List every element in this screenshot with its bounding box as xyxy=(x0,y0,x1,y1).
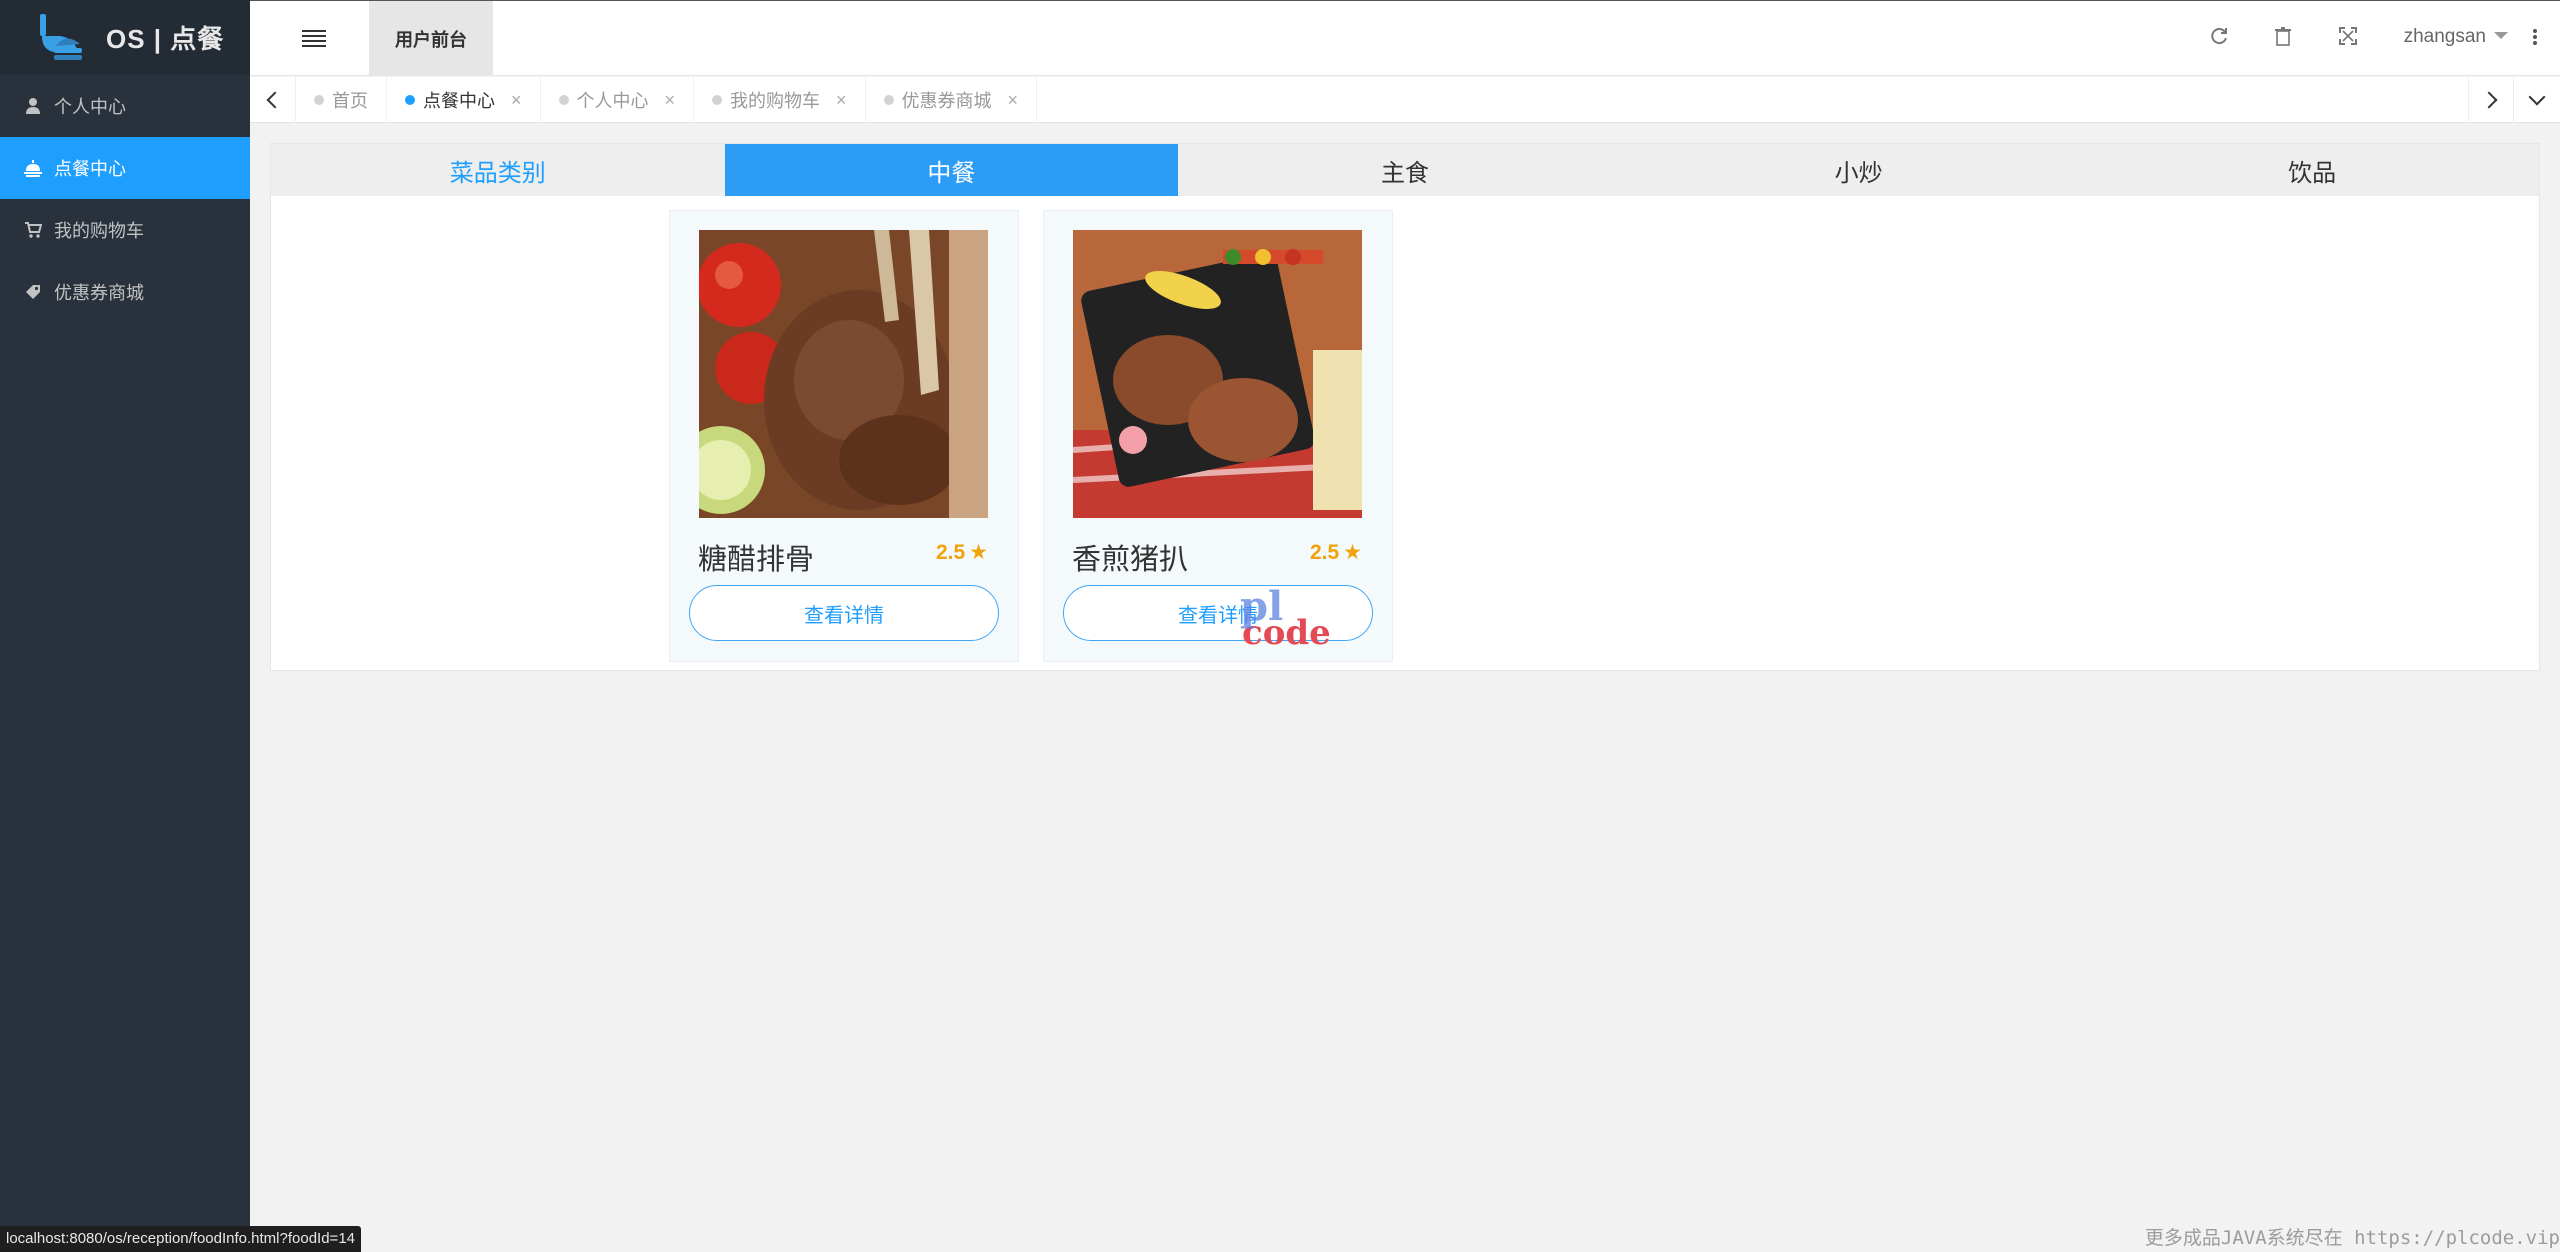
category-tab-staple[interactable]: 主食 xyxy=(1178,144,1632,196)
food-name: 糖醋排骨 xyxy=(698,544,815,576)
sidebar-item-label: 点餐中心 xyxy=(54,159,126,179)
tab-coupon-mall[interactable]: 优惠券商城 × xyxy=(866,77,1038,123)
restaurant-logo-icon xyxy=(36,10,92,66)
sidebar-item-label: 个人中心 xyxy=(54,97,126,117)
tab-label: 个人中心 xyxy=(576,91,649,111)
sidebar-item-coupon-mall[interactable]: 优惠券商城 xyxy=(0,261,250,323)
tab-dot-icon xyxy=(712,95,723,105)
cart-icon xyxy=(25,222,42,238)
fullscreen-icon[interactable] xyxy=(2337,26,2359,48)
view-details-button[interactable]: 查看详情 xyxy=(689,585,999,641)
tab-order-center[interactable]: 点餐中心 × xyxy=(387,77,541,123)
sidebar-item-cart[interactable]: 我的购物车 xyxy=(0,199,250,261)
tabs-menu-chevron-down-icon[interactable] xyxy=(2514,77,2560,123)
category-tab-chinese[interactable]: 中餐 xyxy=(724,144,1179,196)
more-vertical-icon[interactable] xyxy=(2532,27,2538,49)
chevron-down-icon xyxy=(2494,32,2508,46)
sidebar-item-label: 我的购物车 xyxy=(54,221,144,241)
plcode-watermark: pl code xyxy=(1240,583,1331,651)
page-tabs-bar: 首页 点餐中心 × 个人中心 × 我的购物车 × 优惠券商城 × xyxy=(250,77,2560,123)
tab-dot-icon xyxy=(405,95,415,105)
star-icon: ★ xyxy=(969,541,988,564)
refresh-icon[interactable] xyxy=(2208,26,2230,48)
tab-home[interactable]: 首页 xyxy=(296,77,387,123)
menu-toggle-icon[interactable] xyxy=(302,27,326,49)
tab-label: 首页 xyxy=(332,91,368,111)
tab-dot-icon xyxy=(558,95,569,105)
star-icon: ★ xyxy=(1343,541,1362,564)
tag-icon xyxy=(26,285,40,299)
food-card: 香煎猪扒 2.5 ★ 查看详情 xyxy=(1043,210,1393,662)
tab-label: 我的购物车 xyxy=(730,91,821,111)
rating-value: 2.5 xyxy=(935,541,966,564)
category-tab-stir-fry[interactable]: 小炒 xyxy=(1632,144,2086,196)
tabs-scroll-left-icon[interactable] xyxy=(250,77,296,123)
category-tab-drinks[interactable]: 饮品 xyxy=(2085,144,2539,196)
app-title: OS | 点餐 xyxy=(106,24,225,54)
header-title[interactable]: 用户前台 xyxy=(369,1,493,76)
user-name: zhangsan xyxy=(2403,26,2486,47)
close-icon[interactable]: × xyxy=(1008,90,1019,111)
tab-personal-center[interactable]: 个人中心 × xyxy=(541,77,695,123)
main-content: 菜品类别 中餐 主食 小炒 饮品 糖醋排骨 2.5 ★ 查看详情 香煎猪扒 2.… xyxy=(270,143,2540,671)
sidebar-item-personal-center[interactable]: 个人中心 xyxy=(0,75,250,137)
category-heading: 菜品类别 xyxy=(449,159,546,187)
tab-dot-icon xyxy=(883,95,894,105)
rating-value: 2.5 xyxy=(1309,541,1340,564)
close-icon[interactable]: × xyxy=(665,90,676,111)
food-tray-icon xyxy=(24,160,42,177)
footer-promo-text: 更多成品JAVA系统尽在 https://plcode.vip xyxy=(2144,1227,2560,1249)
browser-status-url: localhost:8080/os/reception/foodInfo.htm… xyxy=(0,1226,361,1252)
sidebar-item-label: 优惠券商城 xyxy=(54,283,144,303)
tabs-scroll-right-icon[interactable] xyxy=(2468,77,2514,123)
food-image[interactable] xyxy=(1073,230,1362,518)
app-logo: OS | 点餐 xyxy=(0,0,250,75)
food-rating: 2.5 ★ xyxy=(1310,540,1362,565)
category-bar: 菜品类别 中餐 主食 小炒 饮品 xyxy=(271,144,2539,196)
user-icon xyxy=(26,98,40,114)
close-icon[interactable]: × xyxy=(511,90,522,111)
trash-icon[interactable] xyxy=(2272,26,2294,48)
tab-label: 优惠券商城 xyxy=(901,91,992,111)
food-image[interactable] xyxy=(699,230,988,518)
top-header: 用户前台 zhangsan xyxy=(250,0,2560,76)
sidebar: OS | 点餐 个人中心 点餐中心 我的购物车 优惠券商城 xyxy=(0,0,250,1252)
tab-label: 点餐中心 xyxy=(423,91,495,111)
close-icon[interactable]: × xyxy=(836,90,847,111)
tab-cart[interactable]: 我的购物车 × xyxy=(694,77,866,123)
food-rating: 2.5 ★ xyxy=(936,540,988,565)
sidebar-item-order-center[interactable]: 点餐中心 xyxy=(0,137,250,199)
food-card: 糖醋排骨 2.5 ★ 查看详情 xyxy=(669,210,1019,662)
food-name: 香煎猪扒 xyxy=(1072,544,1189,576)
watermark-line1: pl xyxy=(1240,583,1284,630)
tab-dot-icon xyxy=(314,95,324,105)
user-menu[interactable]: zhangsan xyxy=(2404,26,2508,48)
